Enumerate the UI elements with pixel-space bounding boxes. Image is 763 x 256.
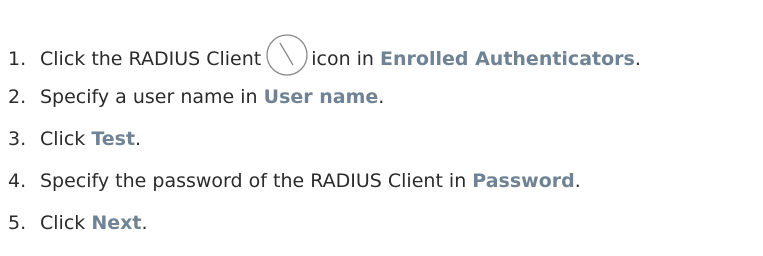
step-2: 2. Specify a user name in User name. (8, 80, 384, 114)
step-number: 4. (8, 170, 27, 192)
step-3: 3. Click Test. (8, 122, 141, 156)
step-text: Specify the password of the RADIUS Clien… (40, 170, 467, 192)
step-text: Click (40, 212, 86, 234)
ui-label-enrolled-authenticators: Enrolled Authenticators (380, 48, 635, 70)
step-punct: . (135, 128, 142, 150)
step-punct: . (378, 86, 385, 108)
step-punct: . (574, 170, 581, 192)
step-number: 3. (8, 128, 27, 150)
step-1: 1. Click the RADIUS Client icon in Enrolle… (8, 33, 641, 76)
ui-label-test: Test (91, 128, 136, 150)
step-5: 5. Click Next. (8, 206, 148, 240)
step-number: 5. (8, 212, 27, 234)
ui-label-next: Next (91, 212, 142, 234)
instruction-steps: 1. Click the RADIUS Client icon in Enrolle… (0, 0, 763, 256)
step-punct: . (141, 212, 148, 234)
step-text: icon in (311, 48, 374, 70)
step-text: Click (40, 128, 86, 150)
step-number: 1. (8, 48, 27, 70)
step-4: 4. Specify the password of the RADIUS Cli… (8, 164, 581, 198)
radius-client-gauge-icon (265, 33, 309, 77)
ui-label-user-name: User name (263, 86, 379, 108)
step-number: 2. (8, 86, 27, 108)
ui-label-password: Password (472, 170, 575, 192)
step-text: Click the RADIUS Client (40, 48, 262, 70)
step-text: Specify a user name in (40, 86, 258, 108)
step-punct: . (634, 48, 641, 70)
